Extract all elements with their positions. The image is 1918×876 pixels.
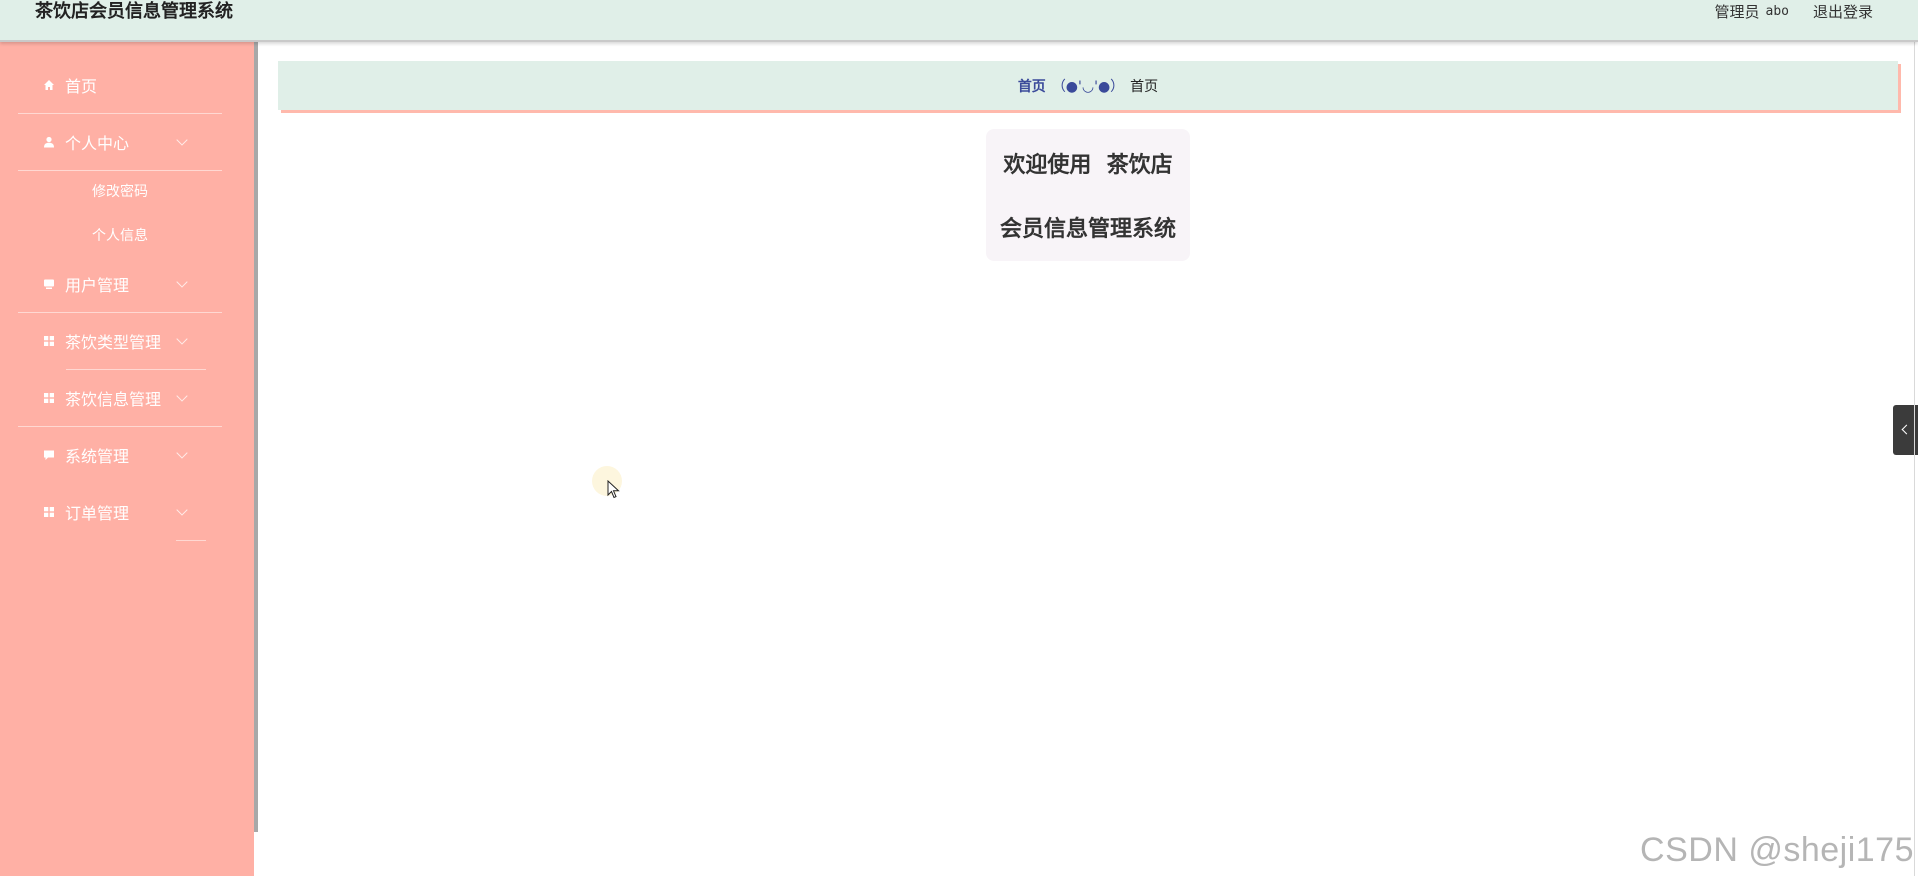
menu-divider [18, 170, 222, 171]
sidebar-item-tea-type-management[interactable]: 茶饮类型管理 [18, 313, 222, 369]
breadcrumb-home-link[interactable]: 首页 [1018, 76, 1046, 96]
chevron-down-icon [176, 504, 188, 516]
chevron-down-icon [176, 390, 188, 402]
username: abo [1765, 4, 1789, 19]
sidebar-item-system-management[interactable]: 系统管理 [18, 427, 222, 483]
menu-divider [176, 540, 206, 541]
logout-link[interactable]: 退出登录 [1813, 1, 1873, 23]
sidebar-item-user-management[interactable]: 用户管理 [18, 256, 222, 312]
chevron-down-icon [176, 333, 188, 345]
sidebar-item-home[interactable]: 首页 [18, 57, 222, 113]
sidebar-item-label: 茶饮类型管理 [65, 333, 162, 352]
watermark: CSDN @sheji175 [1640, 831, 1914, 869]
chevron-down-icon [176, 134, 188, 146]
grid-icon [44, 507, 54, 517]
grid-icon [44, 336, 54, 346]
monitor-icon [44, 279, 54, 289]
home-icon [44, 80, 54, 90]
welcome-title-line1: 欢迎使用 茶饮店 [1003, 152, 1173, 178]
sidebar-item-tea-info-management[interactable]: 茶饮信息管理 [18, 370, 222, 426]
breadcrumb-current: 首页 [1130, 78, 1159, 95]
sidebar-item-label: 订单管理 [65, 504, 130, 523]
sidebar-item-label: 系统管理 [65, 447, 130, 466]
sidebar-item-label: 用户管理 [65, 276, 130, 295]
chevron-down-icon [176, 276, 188, 288]
chevron-left-icon [1901, 424, 1912, 435]
chat-icon [44, 450, 54, 460]
breadcrumb: 首页 （●'◡'●） 首页 [278, 61, 1898, 110]
welcome-title-line2: 会员信息管理系统 [999, 216, 1176, 242]
grid-icon [44, 393, 54, 403]
welcome-card: 欢迎使用 茶饮店 会员信息管理系统 [986, 129, 1190, 261]
sidebar: 首页 个人中心 修改密码 个人信息 用户管理 茶饮类型管理 茶饮信息管理 系统管… [0, 42, 254, 876]
mouse-cursor-icon [607, 480, 620, 499]
sidebar-item-order-management[interactable]: 订单管理 [18, 484, 222, 540]
chevron-down-icon [176, 447, 188, 459]
sidebar-scrollbar[interactable] [254, 42, 258, 832]
page-right-border [1914, 42, 1915, 876]
sidebar-item-label: 个人中心 [65, 134, 130, 153]
sidebar-item-personal-center[interactable]: 个人中心 [18, 114, 222, 170]
user-icon [44, 136, 54, 148]
header-user-area: 管理员 abo 退出登录 [1714, 1, 1873, 23]
sidebar-item-label: 茶饮信息管理 [65, 390, 162, 409]
sidebar-item-label: 首页 [65, 77, 98, 96]
sidebar-subitem-personal-info[interactable]: 个人信息 [18, 216, 222, 256]
role-label: 管理员 [1714, 3, 1760, 21]
app-title: 茶饮店会员信息管理系统 [35, 1, 233, 22]
sidebar-subitem-change-password[interactable]: 修改密码 [18, 172, 222, 212]
top-header: 茶饮店会员信息管理系统 管理员 abo 退出登录 [0, 0, 1918, 42]
breadcrumb-separator: （●'◡'●） [1051, 78, 1125, 95]
